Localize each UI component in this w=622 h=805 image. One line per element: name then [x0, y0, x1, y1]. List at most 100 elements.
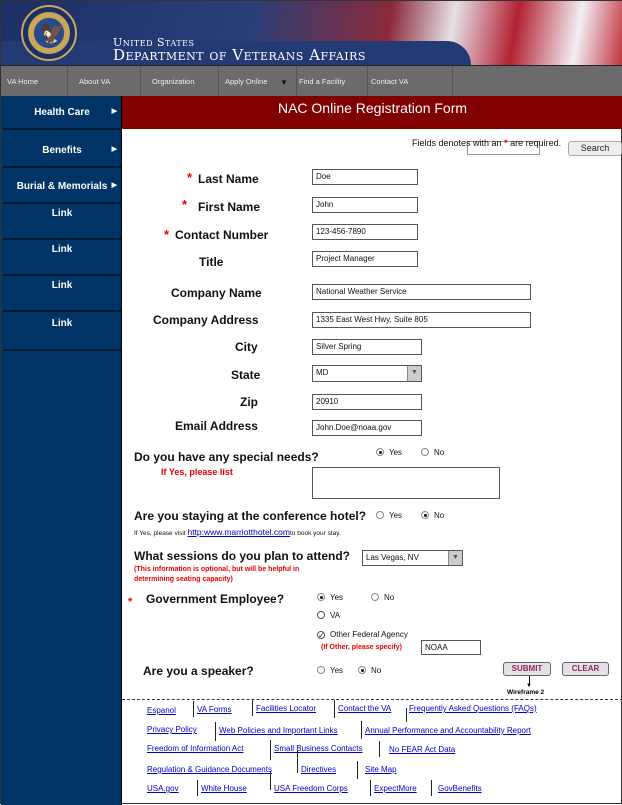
footer-link-white-house[interactable]: White House: [201, 784, 247, 793]
eagle-icon: 🦅: [40, 23, 65, 45]
header-banner: 🦅 United States Department of Veterans A…: [1, 1, 622, 65]
radio-label: No: [371, 666, 382, 675]
footer-link-facilities-locator[interactable]: Facilities Locator: [256, 704, 316, 713]
sidebar-item-link[interactable]: Link: [3, 312, 121, 351]
arrow-right-icon: ▶: [111, 182, 117, 189]
company-address-input[interactable]: 1335 East West Hwy, Suite 805: [312, 312, 531, 328]
clear-button[interactable]: CLEAR: [562, 662, 609, 676]
other-agency-input[interactable]: NOAA: [421, 640, 481, 655]
footer-separator: [431, 780, 432, 796]
nav-va-home[interactable]: VA Home: [7, 77, 38, 86]
nav-about-va[interactable]: About VA: [79, 77, 110, 86]
special-needs-textarea[interactable]: [312, 467, 500, 499]
footer-link-foia[interactable]: Freedom of Information Act: [147, 744, 244, 753]
footer-link-web-policies[interactable]: Web Policies and Important Links: [219, 726, 338, 735]
speaker-yes-radio[interactable]: Yes: [317, 666, 343, 675]
sidebar-item-link[interactable]: Link: [3, 276, 121, 312]
footer-link-no-fear[interactable]: No FEAR Act Data: [389, 745, 455, 754]
special-needs-no-radio[interactable]: No: [421, 448, 444, 457]
sidebar-item-health-care[interactable]: Health Care ▶: [3, 96, 121, 130]
footer-separator: [197, 780, 198, 796]
sidebar-item-link[interactable]: Link: [3, 204, 121, 240]
footer-separator: [252, 700, 253, 716]
page-title: NAC Online Registration Form: [122, 96, 622, 129]
arrow-right-icon: ▶: [111, 146, 117, 153]
last-name-input[interactable]: Doe: [312, 169, 418, 185]
footer-link-annual-report[interactable]: Annual Performance and Accountability Re…: [365, 726, 531, 735]
va-seal-logo[interactable]: 🦅: [21, 5, 77, 61]
required-asterisk: *: [164, 227, 170, 242]
sidebar-item-label: Link: [51, 208, 73, 219]
first-name-input[interactable]: John: [312, 197, 418, 213]
speaker-no-radio[interactable]: No: [358, 666, 381, 675]
nav-apply-online[interactable]: Apply Online: [225, 77, 268, 86]
radio-label: Yes: [330, 666, 344, 675]
email-input[interactable]: John.Doe@noaa.gov: [312, 420, 422, 436]
hotel-question: Are you staying at the conference hotel?: [134, 509, 367, 523]
hotel-no-radio[interactable]: No: [421, 511, 444, 520]
sidebar-item-benefits[interactable]: Benefits ▶: [3, 132, 121, 168]
checkbox-label: Other Federal Agency: [330, 630, 408, 639]
footer-link-expectmore[interactable]: ExpectMore: [374, 784, 417, 793]
nav-divider: [67, 66, 68, 97]
city-input[interactable]: Silver Spring: [312, 339, 422, 355]
sidebar-item-burial-memorials[interactable]: Burial & Memorials ▶: [3, 168, 121, 204]
nav-contact-va[interactable]: Contact VA: [371, 77, 408, 86]
footer-link-small-business[interactable]: Small Business Contacts: [274, 744, 362, 753]
footer-separator: [270, 740, 271, 760]
hotel-note-text: to book your stay.: [290, 530, 341, 537]
gov-yes-radio[interactable]: Yes: [317, 593, 343, 602]
footer-link-contact-va[interactable]: Contact the VA: [338, 704, 391, 713]
radio-selected-icon: [317, 593, 325, 601]
checkbox-icon: [317, 611, 325, 619]
sidebar-item-link[interactable]: Link: [3, 240, 121, 276]
required-asterisk: *: [187, 170, 193, 185]
footer-link-regulation[interactable]: Regulation & Guidance Documents: [147, 765, 272, 774]
special-needs-yes-radio[interactable]: Yes: [376, 448, 402, 457]
footer-separator: [297, 751, 298, 773]
nav-find-facility[interactable]: Find a Facility: [299, 77, 345, 86]
footer-link-govbenefits[interactable]: GovBenefits: [438, 784, 482, 793]
other-agency-checkbox[interactable]: ✓ Other Federal Agency: [317, 630, 408, 640]
zip-input[interactable]: 20910: [312, 394, 422, 410]
footer-link-espanol[interactable]: Espanol: [147, 706, 176, 715]
other-agency-hint: (If Other, please specify): [321, 644, 402, 651]
footer-link-privacy-policy[interactable]: Privacy Policy: [147, 725, 197, 734]
company-name-input[interactable]: National Weather Service: [312, 284, 531, 300]
chevron-down-icon[interactable]: ▼: [448, 551, 462, 565]
radio-label: No: [384, 593, 395, 602]
footer-separator: [215, 722, 216, 741]
state-label: State: [231, 368, 261, 382]
hotel-note: If Yes, please visit http:www.marriottho…: [134, 527, 341, 537]
footer-link-site-map[interactable]: Site Map: [365, 765, 397, 774]
va-checkbox[interactable]: VA: [317, 611, 340, 620]
required-asterisk: *: [182, 197, 188, 212]
sessions-select[interactable]: Las Vegas, NV ▼: [362, 550, 463, 566]
search-button[interactable]: Search: [568, 141, 622, 156]
footer-link-va-forms[interactable]: VA Forms: [197, 705, 232, 714]
contact-number-input[interactable]: 123-456-7890: [312, 224, 418, 240]
checkbox-checked-icon: ✓: [317, 631, 325, 640]
footer-link-faqs[interactable]: Frequently Asked Questions (FAQs): [409, 704, 537, 713]
dropdown-arrow-icon[interactable]: ▼: [280, 78, 288, 87]
footer-link-usa-gov[interactable]: USA.gov: [147, 784, 179, 793]
required-note-text: Fields denotes with an: [412, 138, 505, 148]
top-nav: VA Home About VA Organization Apply Onli…: [1, 65, 622, 156]
hotel-yes-radio[interactable]: Yes: [376, 511, 402, 520]
title-input[interactable]: Project Manager: [312, 251, 418, 267]
submit-button[interactable]: SUBMIT: [503, 662, 551, 676]
nav-divider: [218, 66, 219, 97]
footer-separator: [357, 761, 358, 779]
speaker-question: Are you a speaker?: [143, 664, 254, 678]
footer-link-usa-freedom-corps[interactable]: USA Freedom Corps: [274, 784, 348, 793]
sidebar-item-label: Link: [51, 244, 73, 255]
state-select[interactable]: MD ▼: [312, 365, 422, 382]
sessions-value: Las Vegas, NV: [366, 553, 419, 562]
hotel-link[interactable]: http:www.marriotthotel.com: [187, 527, 290, 537]
gov-no-radio[interactable]: No: [371, 593, 394, 602]
nav-organization[interactable]: Organization: [152, 77, 195, 86]
footer-separator: [379, 741, 380, 757]
required-note-text: are required.: [507, 138, 562, 148]
chevron-down-icon[interactable]: ▼: [407, 366, 421, 381]
footer-link-directives[interactable]: Directives: [301, 765, 336, 774]
